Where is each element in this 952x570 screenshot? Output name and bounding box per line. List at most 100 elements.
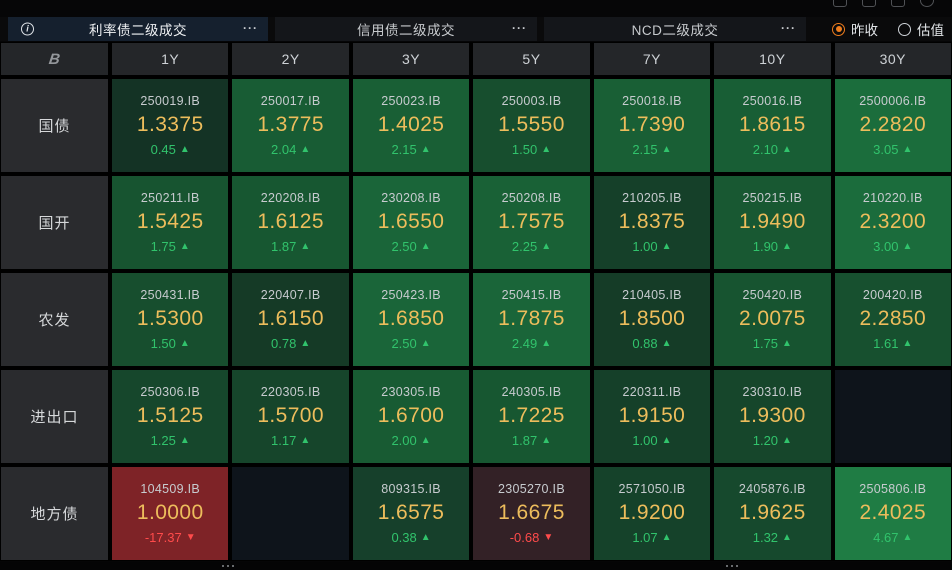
column-header-2y: 2Y (232, 43, 349, 75)
more-icon[interactable]: ··· (243, 21, 258, 35)
up-arrow-icon: ▲ (300, 241, 311, 252)
bond-change: 1.32 ▲ (752, 530, 792, 545)
up-arrow-icon: ▲ (420, 338, 431, 349)
cell-cdb-1y[interactable]: 250211.IB 1.5425 1.75 ▲ (112, 176, 229, 269)
bond-change: 1.87 ▲ (271, 239, 311, 254)
cell-cdb-7y[interactable]: 210205.IB 1.8375 1.00 ▲ (593, 176, 711, 269)
bond-code: 2305270.IB (498, 482, 565, 496)
bond-change: 1.50 ▲ (511, 142, 552, 157)
partial-toolbar-icon[interactable] (920, 0, 934, 7)
more-icon[interactable]: ··· (512, 21, 527, 35)
bond-code: 250016.IB (742, 94, 803, 108)
cell-exim-3y[interactable]: 230305.IB 1.6700 2.00 ▲ (352, 370, 470, 463)
bond-yield: 1.6150 (257, 307, 324, 330)
bond-code: 104509.IB (140, 482, 201, 496)
tab-ncd-secondary[interactable]: NCD二级成交 ··· (544, 17, 806, 41)
bond-code: 230305.IB (381, 385, 441, 399)
tab-rates-bond-secondary[interactable]: i 利率债二级成交 ··· (8, 17, 268, 41)
cell-adbc-1y[interactable]: 250431.IB 1.5300 1.50 ▲ (112, 273, 229, 366)
cell-lgb-3y[interactable]: 809315.IB 1.6575 0.38 ▲ (352, 467, 470, 560)
bond-yield: 1.5425 (136, 210, 204, 233)
bond-change: 2.04 ▲ (271, 142, 311, 157)
cell-adbc-2y[interactable]: 220407.IB 1.6150 0.78 ▲ (232, 273, 349, 366)
up-arrow-icon: ▲ (541, 435, 552, 446)
cell-adbc-30y[interactable]: 200420.IB 2.2850 1.61 ▲ (834, 273, 951, 366)
cell-lgb-10y[interactable]: 2405876.IB 1.9625 1.32 ▲ (714, 467, 831, 560)
bond-change: 1.75 ▲ (150, 239, 190, 254)
tab-credit-bond-secondary[interactable]: 信用债二级成交 ··· (275, 17, 537, 41)
column-header-10y: 10Y (714, 43, 831, 75)
bond-change: 1.20 ▲ (752, 433, 792, 448)
up-arrow-icon: ▲ (782, 338, 792, 349)
cell-cdb-3y[interactable]: 230208.IB 1.6550 2.50 ▲ (352, 176, 470, 269)
bond-change: 2.49 ▲ (511, 336, 552, 351)
bond-yield: 1.6550 (377, 210, 445, 233)
bond-code: 250306.IB (140, 385, 201, 399)
cell-cdb-5y[interactable]: 250208.IB 1.7575 2.25 ▲ (473, 176, 590, 269)
bond-yield: 1.9625 (739, 501, 806, 524)
bond-code: 250023.IB (381, 94, 441, 108)
cell-adbc-3y[interactable]: 250423.IB 1.6850 2.50 ▲ (352, 273, 470, 366)
cell-exim-2y[interactable]: 220305.IB 1.5700 1.17 ▲ (232, 370, 349, 463)
partial-toolbar-icon[interactable] (891, 0, 905, 7)
bond-code: 250420.IB (742, 288, 803, 302)
cell-treasury-10y[interactable]: 250016.IB 1.8615 2.10 ▲ (714, 79, 831, 172)
cell-lgb-5y[interactable]: 2305270.IB 1.6675 -0.68 ▼ (473, 467, 590, 560)
cell-exim-5y[interactable]: 240305.IB 1.7225 1.87 ▲ (473, 370, 590, 463)
info-icon[interactable]: i (21, 22, 34, 36)
cell-lgb-1y[interactable]: 104509.IB 1.0000 -17.37 ▼ (112, 467, 229, 560)
bond-code: 230208.IB (381, 191, 441, 205)
partial-toolbar-icon[interactable] (833, 0, 847, 7)
bond-yield: 1.6675 (498, 501, 565, 524)
radio-prev-close[interactable]: 昨收 (832, 19, 878, 39)
bond-code: 2405876.IB (738, 482, 806, 496)
scroll-grip[interactable] (726, 565, 728, 567)
up-arrow-icon: ▲ (300, 435, 311, 446)
bond-yield: 1.6850 (377, 307, 445, 330)
cell-treasury-2y[interactable]: 250017.IB 1.3775 2.04 ▲ (232, 79, 349, 172)
bond-change: 1.50 ▲ (150, 336, 190, 351)
bond-yield: 1.9150 (618, 404, 686, 427)
bond-yield: 1.3775 (257, 113, 324, 136)
cell-exim-7y[interactable]: 220311.IB 1.9150 1.00 ▲ (593, 370, 711, 463)
up-arrow-icon: ▲ (300, 338, 311, 349)
bond-yield: 2.3200 (859, 210, 927, 233)
bond-change: 2.50 ▲ (391, 239, 431, 254)
up-arrow-icon: ▲ (782, 532, 792, 543)
cell-treasury-1y[interactable]: 250019.IB 1.3375 0.45 ▲ (112, 79, 229, 172)
bond-code: 250215.IB (742, 191, 803, 205)
down-arrow-icon: ▼ (543, 532, 554, 543)
cell-lgb-7y[interactable]: 2571050.IB 1.9200 1.07 ▲ (593, 467, 711, 560)
grid-corner-cell: B (1, 43, 108, 75)
bond-yield: 2.0075 (739, 307, 806, 330)
tab-label: 信用债二级成交 (357, 23, 455, 38)
cell-exim-10y[interactable]: 230310.IB 1.9300 1.20 ▲ (714, 370, 831, 463)
radio-valuation[interactable]: 估值 (898, 19, 944, 39)
cell-lgb-30y[interactable]: 2505806.IB 2.4025 4.67 ▲ (834, 467, 951, 560)
bond-change: 0.88 ▲ (632, 336, 672, 351)
up-arrow-icon: ▲ (541, 338, 552, 349)
radio-unselected-icon (898, 22, 911, 36)
more-icon[interactable]: ··· (781, 21, 796, 35)
cell-exim-1y[interactable]: 250306.IB 1.5125 1.25 ▲ (112, 370, 229, 463)
cell-cdb-10y[interactable]: 250215.IB 1.9490 1.90 ▲ (714, 176, 831, 269)
scroll-grip[interactable] (222, 565, 224, 567)
cell-adbc-10y[interactable]: 250420.IB 2.0075 1.75 ▲ (714, 273, 831, 366)
bond-change: 3.05 ▲ (873, 142, 913, 157)
cell-treasury-7y[interactable]: 250018.IB 1.7390 2.15 ▲ (593, 79, 711, 172)
cell-cdb-30y[interactable]: 210220.IB 2.3200 3.00 ▲ (834, 176, 951, 269)
cell-adbc-7y[interactable]: 210405.IB 1.8500 0.88 ▲ (593, 273, 711, 366)
bond-change: 2.50 ▲ (391, 336, 431, 351)
bond-code: 250018.IB (622, 94, 682, 108)
bond-change: 1.61 ▲ (873, 336, 913, 351)
bond-change: 0.45 ▲ (150, 142, 190, 157)
cell-cdb-2y[interactable]: 220208.IB 1.6125 1.87 ▲ (232, 176, 349, 269)
cell-treasury-5y[interactable]: 250003.IB 1.5550 1.50 ▲ (473, 79, 590, 172)
cell-treasury-30y[interactable]: 2500006.IB 2.2820 3.05 ▲ (834, 79, 951, 172)
column-header-30y: 30Y (834, 43, 951, 75)
radio-selected-icon (832, 22, 845, 36)
column-header-7y: 7Y (593, 43, 711, 75)
partial-toolbar-icon[interactable] (862, 0, 876, 7)
cell-adbc-5y[interactable]: 250415.IB 1.7875 2.49 ▲ (473, 273, 590, 366)
cell-treasury-3y[interactable]: 250023.IB 1.4025 2.15 ▲ (352, 79, 470, 172)
